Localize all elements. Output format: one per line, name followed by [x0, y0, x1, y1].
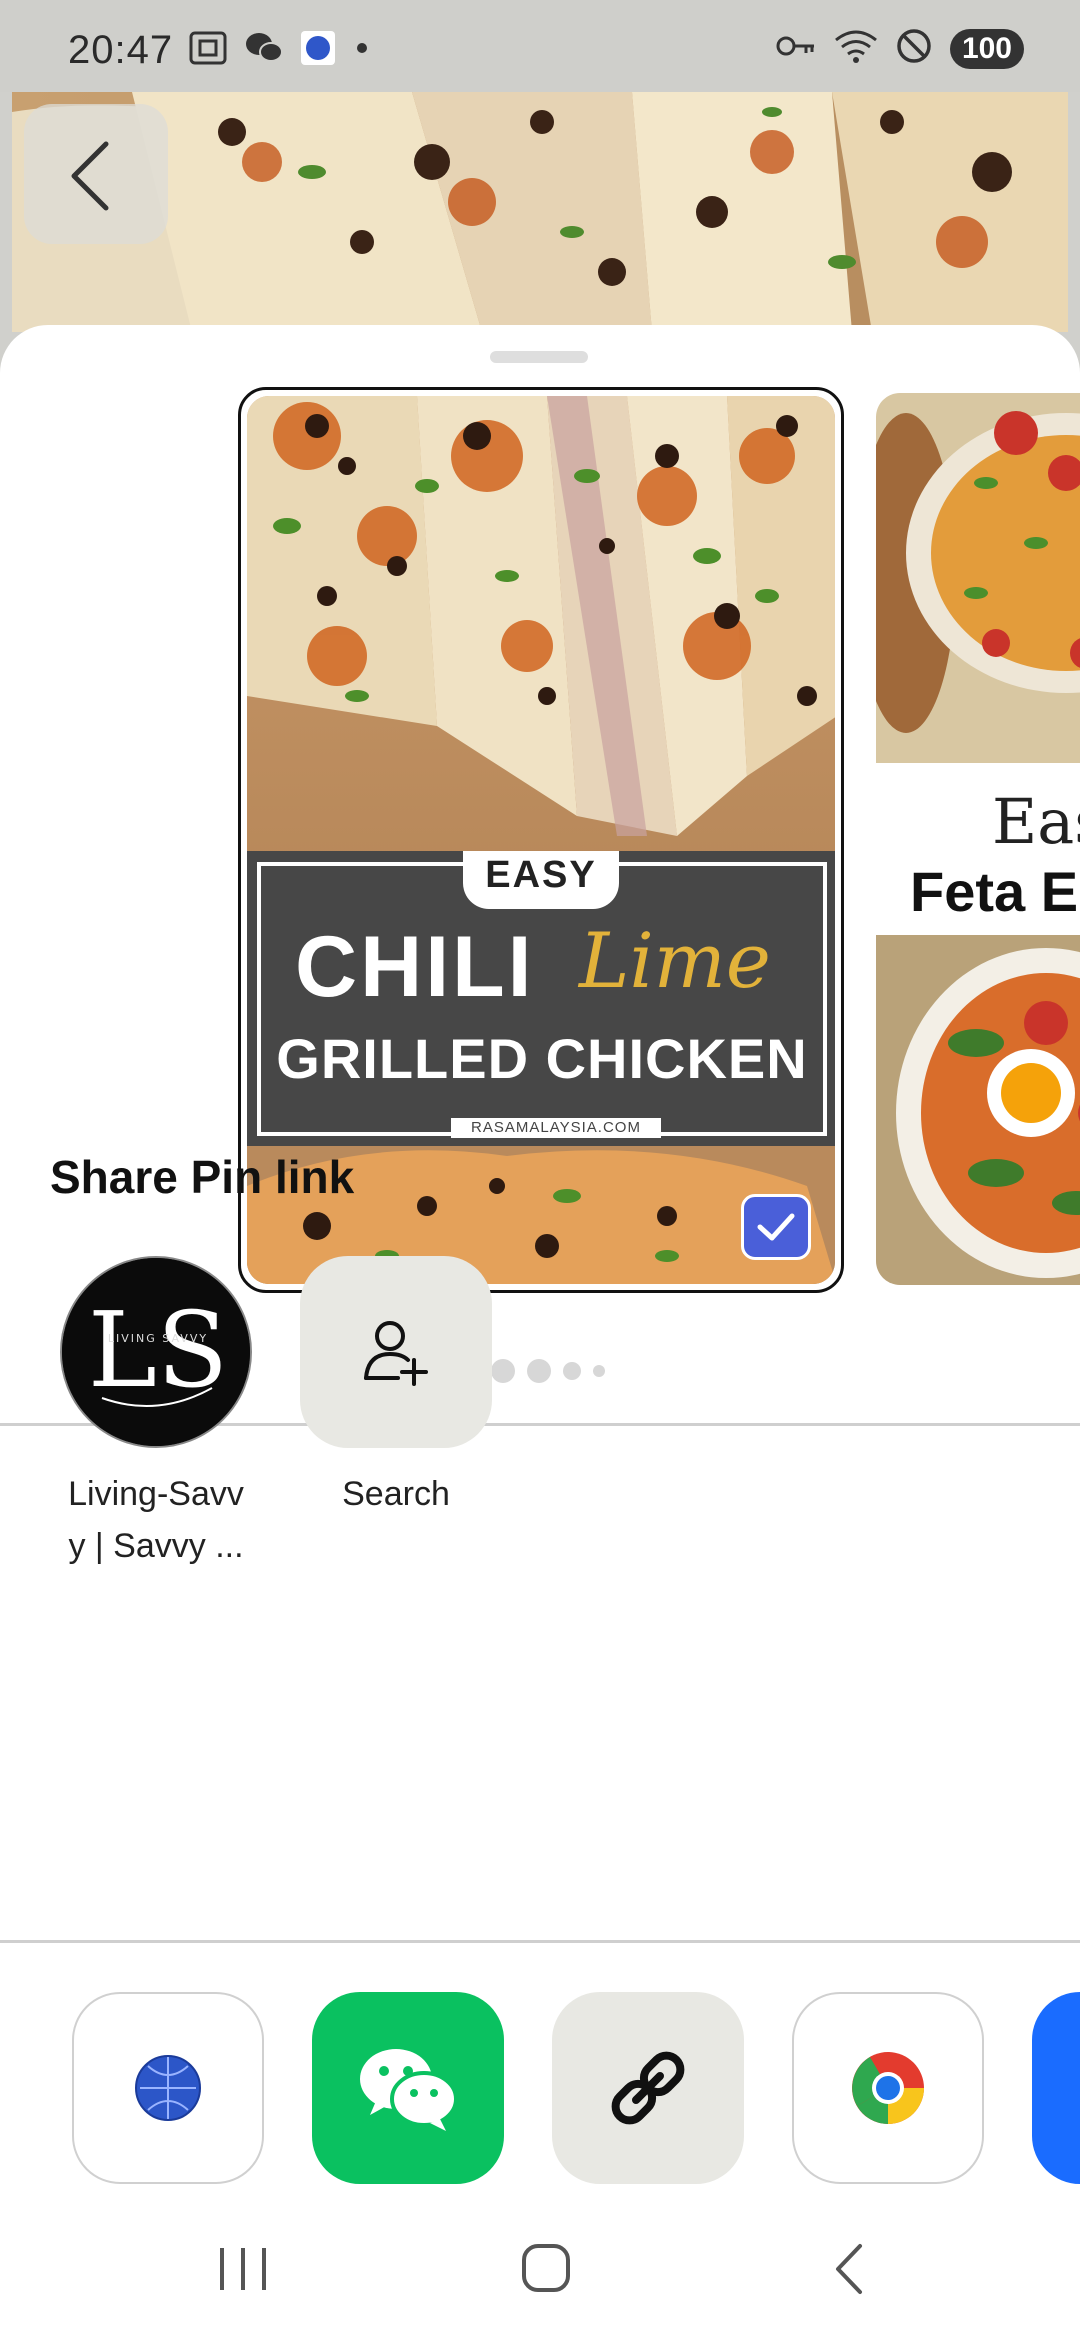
recent-apps-button[interactable]	[220, 2248, 266, 2290]
share-section-title: Share Pin link	[50, 1151, 355, 1203]
share-app-more[interactable]	[1032, 1992, 1080, 2184]
pin-title-lime: Lime	[579, 916, 771, 1005]
selected-check-badge[interactable]	[741, 1194, 811, 1260]
contact-label: Search	[342, 1475, 450, 1513]
back-nav-button[interactable]	[836, 2244, 862, 2294]
divider-bottom	[0, 1940, 1080, 1943]
status-system-icons: 100	[776, 28, 1024, 69]
add-person-icon	[364, 1321, 428, 1386]
share-sheet-screen: 20:47 100 EASY CHILI Lime GRILLED CHICKE…	[0, 0, 1080, 2340]
wechat-icon	[244, 30, 284, 71]
dot-icon	[352, 38, 372, 63]
page-dot	[527, 1359, 551, 1383]
pin-badge-text: EASY	[485, 854, 597, 896]
key-icon	[776, 31, 816, 66]
status-notification-icons	[188, 30, 372, 71]
search-tile	[300, 1256, 492, 1448]
svg-text:LS: LS	[88, 1289, 228, 1411]
svg-text:LIVING SAVVY: LIVING SAVVY	[108, 1332, 208, 1345]
battery-indicator: 100	[949, 28, 1024, 69]
home-button[interactable]	[522, 2244, 570, 2292]
share-app-row	[72, 1992, 1080, 2184]
share-app-browser[interactable]	[72, 1992, 264, 2184]
wechat-icon	[360, 2049, 458, 2131]
page-dot	[593, 1365, 605, 1377]
pin-title-grilled-chicken: GRILLED CHICKEN	[276, 1027, 808, 1090]
next-pin-title-bottom: Feta E	[910, 860, 1079, 923]
globe-icon	[135, 2055, 201, 2121]
contact-search[interactable]: Search	[296, 1256, 496, 1520]
living-savvy-logo: LS LIVING SAVVY	[62, 1258, 250, 1446]
status-time: 20:47	[68, 28, 174, 72]
share-app-wechat[interactable]	[312, 1992, 504, 2184]
contact-label: Living-Savv y | Savvy ...	[68, 1475, 244, 1565]
contact-living-savvy[interactable]: LS LIVING SAVVY Living-Savv y | Savvy ..…	[56, 1256, 256, 1572]
pin-title-chili: CHILI	[295, 919, 535, 1015]
next-pin-title-top: Eas	[992, 785, 1080, 858]
app-icon	[300, 30, 336, 71]
check-icon	[757, 1213, 795, 1241]
chevron-left-icon	[71, 141, 109, 211]
next-pin-card[interactable]: Eas Feta E	[876, 393, 1080, 1285]
link-icon	[611, 2051, 685, 2125]
screenshot-icon	[188, 30, 228, 71]
back-button[interactable]	[24, 104, 168, 244]
status-bar: 20:47 100	[0, 0, 1080, 92]
copy-link-button[interactable]	[552, 1992, 744, 2184]
chrome-icon	[852, 2052, 924, 2124]
page-dot	[563, 1362, 581, 1380]
pin-background-image	[12, 92, 1068, 332]
system-navigation-bar	[0, 2218, 1080, 2340]
dnd-icon	[896, 28, 932, 69]
avatar: LS LIVING SAVVY	[60, 1256, 252, 1448]
pin-source-label: RASAMALAYSIA.COM	[451, 1118, 661, 1138]
wifi-icon	[834, 28, 878, 69]
share-app-chrome[interactable]	[792, 1992, 984, 2184]
sheet-drag-handle[interactable]	[490, 351, 588, 363]
